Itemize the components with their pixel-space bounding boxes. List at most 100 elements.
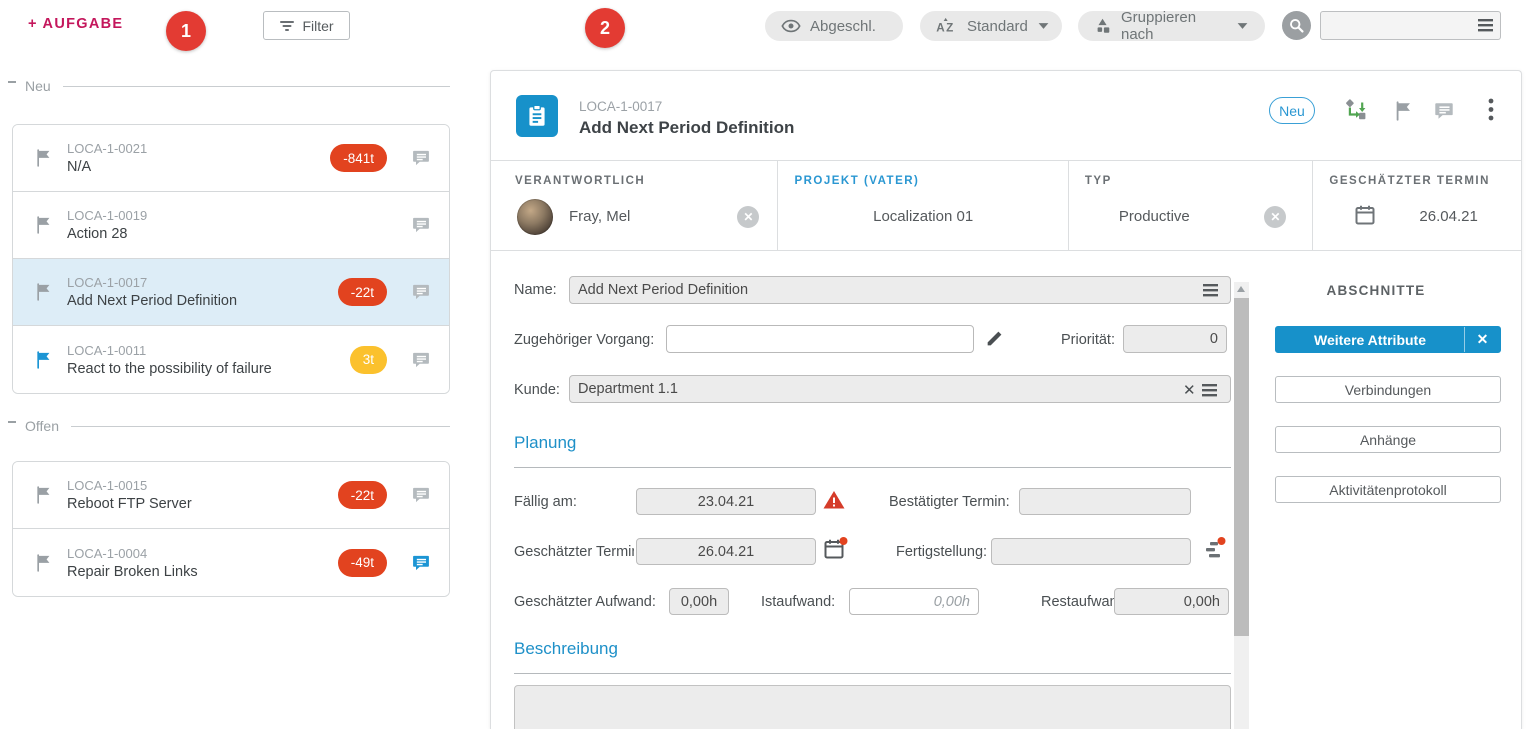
flag-icon[interactable]: [34, 350, 54, 370]
kebab-menu-icon[interactable]: [1479, 97, 1503, 121]
note-icon[interactable]: [411, 148, 431, 168]
section-button-weitere-attribute[interactable]: Weitere Attribute ✕: [1275, 326, 1501, 353]
related-task-input[interactable]: [666, 325, 974, 353]
group-by-dropdown[interactable]: Gruppieren nach: [1078, 11, 1265, 41]
sort-dropdown[interactable]: AZ Standard: [920, 11, 1062, 41]
days-badge: -841t: [330, 144, 387, 172]
confirmed-date-input[interactable]: [1019, 488, 1191, 515]
estimated-effort-input[interactable]: [669, 588, 729, 615]
note-icon[interactable]: [1433, 100, 1457, 124]
svg-text:A: A: [936, 21, 945, 34]
section-button-verbindungen[interactable]: Verbindungen: [1275, 376, 1501, 403]
remove-icon[interactable]: ✕: [737, 206, 759, 228]
note-icon[interactable]: [411, 485, 431, 505]
scroll-up-arrow-icon[interactable]: [1237, 286, 1245, 292]
flag-icon[interactable]: [34, 553, 54, 573]
flag-icon[interactable]: [34, 485, 54, 505]
filter-button[interactable]: Filter: [263, 11, 350, 40]
calendar-alert-icon[interactable]: [822, 536, 848, 562]
sort-selected-label: Standard: [967, 18, 1028, 35]
note-icon[interactable]: [411, 215, 431, 235]
attr-value[interactable]: Localization 01: [778, 208, 1067, 225]
menu-icon[interactable]: [1202, 383, 1218, 398]
estimated-date-input[interactable]: [636, 538, 816, 565]
search-button[interactable]: [1282, 11, 1311, 40]
planning-divider: [514, 467, 1231, 468]
remaining-effort-input[interactable]: [1114, 588, 1229, 615]
show-completed-toggle[interactable]: Abgeschl.: [765, 11, 903, 41]
task-group-neu: LOCA-1-0021 N/A -841t LOCA-1-0019 Action…: [12, 124, 450, 394]
svg-text:Z: Z: [946, 21, 953, 34]
description-divider: [514, 673, 1231, 674]
avatar[interactable]: [517, 199, 553, 235]
section-header-offen[interactable]: Offen: [8, 418, 450, 434]
group-by-label: Gruppieren nach: [1121, 9, 1227, 43]
priority-input[interactable]: [1123, 325, 1227, 353]
flag-icon[interactable]: [34, 282, 54, 302]
edit-pencil-icon[interactable]: [984, 327, 1006, 349]
task-id: LOCA-1-0004: [67, 546, 198, 561]
search-field-wrap: [1320, 11, 1501, 40]
task-title: Add Next Period Definition: [67, 293, 237, 309]
planning-heading: Planung: [514, 433, 576, 453]
section-button-anhaenge[interactable]: Anhänge: [1275, 426, 1501, 453]
days-badge: -22t: [338, 481, 387, 509]
days-badge: -49t: [338, 549, 387, 577]
scrollbar-thumb[interactable]: [1234, 298, 1249, 636]
description-heading: Beschreibung: [514, 639, 618, 659]
customer-input[interactable]: [569, 375, 1231, 403]
section-header-neu[interactable]: Neu: [8, 78, 450, 94]
attr-responsible: VERANTWORTLICH Fray, Mel ✕: [491, 161, 777, 250]
status-badge[interactable]: Neu: [1269, 97, 1315, 124]
flag-icon[interactable]: [34, 148, 54, 168]
customer-label: Kunde:: [514, 382, 560, 398]
flag-icon[interactable]: [1393, 100, 1417, 124]
detail-header: LOCA-1-0017 Add Next Period Definition N…: [491, 71, 1521, 161]
section-button-aktivitaetenprotokoll[interactable]: Aktivitätenprotokoll: [1275, 476, 1501, 503]
task-row[interactable]: LOCA-1-0011 React to the possibility of …: [13, 326, 449, 393]
due-date-label: Fällig am:: [514, 494, 577, 510]
task-row[interactable]: LOCA-1-0015 Reboot FTP Server -22t: [13, 462, 449, 529]
task-id: LOCA-1-0015: [67, 478, 192, 493]
filter-icon: [279, 19, 295, 33]
flag-icon[interactable]: [34, 215, 54, 235]
detail-task-title: Add Next Period Definition: [579, 118, 794, 138]
form-scrollbar[interactable]: [1234, 282, 1249, 729]
name-input[interactable]: [569, 276, 1231, 304]
add-task-button[interactable]: + AUFGABE: [28, 16, 123, 32]
menu-icon[interactable]: [1203, 283, 1219, 298]
workflow-transition-icon[interactable]: [1344, 98, 1368, 122]
attr-type: TYP Productive ✕: [1068, 161, 1313, 250]
task-row[interactable]: LOCA-1-0021 N/A -841t: [13, 125, 449, 192]
description-textarea[interactable]: [514, 685, 1231, 729]
note-icon[interactable]: [411, 282, 431, 302]
section-label: Offen: [25, 418, 59, 434]
menu-icon[interactable]: [1478, 18, 1494, 33]
task-row-selected[interactable]: LOCA-1-0017 Add Next Period Definition -…: [13, 259, 449, 326]
clear-icon[interactable]: ✕: [1183, 381, 1196, 399]
attr-value: Fray, Mel: [569, 208, 630, 225]
close-icon[interactable]: ✕: [1464, 327, 1500, 352]
task-id: LOCA-1-0017: [67, 275, 237, 290]
actual-effort-input[interactable]: [849, 588, 979, 615]
remove-icon[interactable]: ✕: [1264, 206, 1286, 228]
task-row[interactable]: LOCA-1-0004 Repair Broken Links -49t: [13, 529, 449, 596]
task-row[interactable]: LOCA-1-0019 Action 28: [13, 192, 449, 259]
search-input[interactable]: [1320, 11, 1501, 40]
related-task-label: Zugehöriger Vorgang:: [514, 332, 654, 348]
task-id: LOCA-1-0019: [67, 208, 147, 223]
completion-input[interactable]: [991, 538, 1191, 565]
customer-field-icons: ✕: [1183, 381, 1218, 399]
detail-attributes-row: VERANTWORTLICH Fray, Mel ✕ PROJEKT (VATE…: [491, 161, 1521, 251]
attr-label: GESCHÄTZTER TERMIN: [1329, 175, 1490, 187]
due-date-input[interactable]: [636, 488, 816, 515]
note-icon[interactable]: [411, 350, 431, 370]
step-1-badge: 1: [166, 11, 206, 51]
calendar-icon[interactable]: [1353, 203, 1377, 227]
name-label: Name:: [514, 282, 557, 298]
task-texts: LOCA-1-0021 N/A: [67, 141, 147, 175]
progress-steps-alert-icon[interactable]: [1201, 535, 1227, 561]
task-type-icon: [516, 95, 558, 137]
sort-az-icon: AZ: [936, 17, 958, 35]
note-icon[interactable]: [411, 553, 431, 573]
